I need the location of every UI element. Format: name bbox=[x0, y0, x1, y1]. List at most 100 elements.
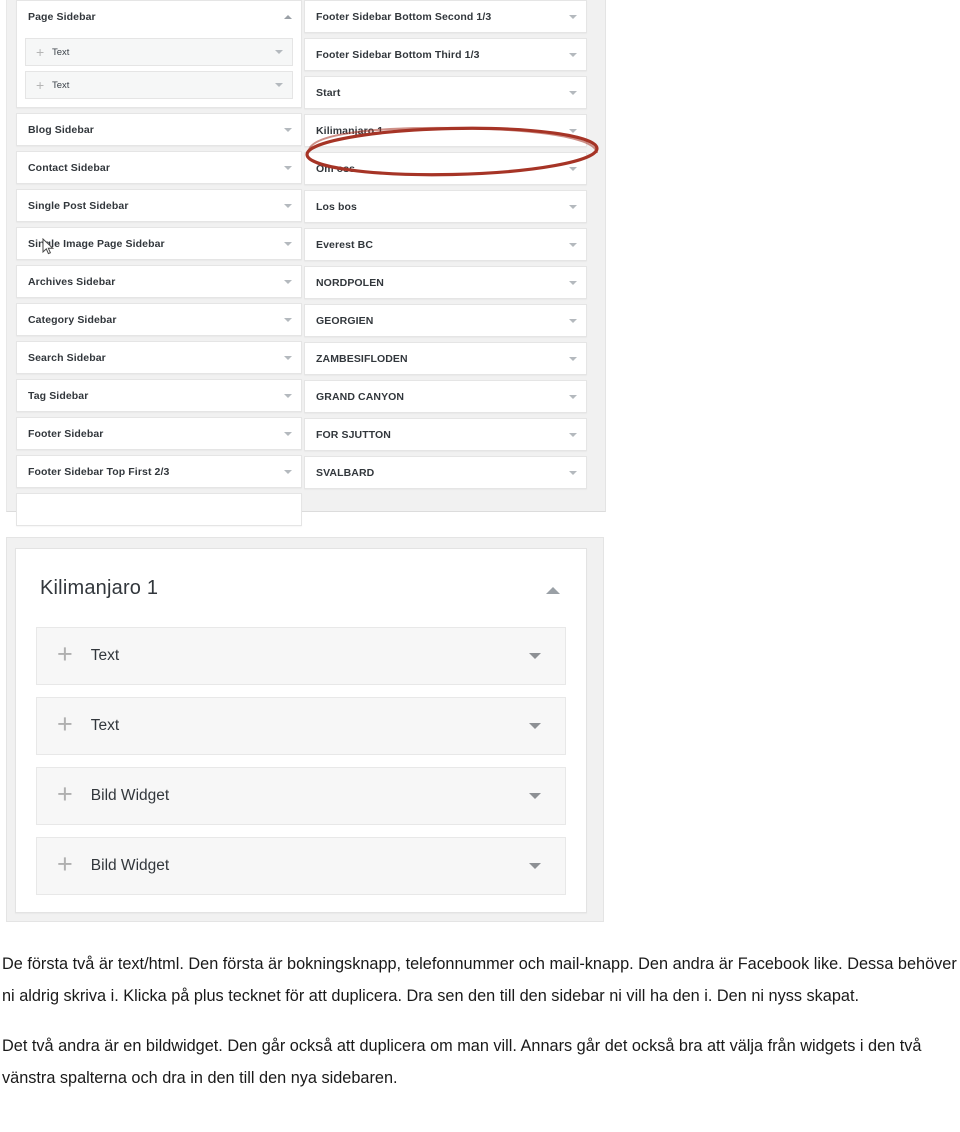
sidebar-header[interactable]: Single Image Page Sidebar bbox=[17, 228, 301, 259]
caret-down-icon[interactable] bbox=[284, 203, 292, 208]
sidebar-group-for-sjutton[interactable]: FOR SJUTTON bbox=[304, 418, 587, 451]
widget-row-bild-widget-2[interactable]: + Bild Widget bbox=[36, 837, 566, 895]
sidebar-group-start[interactable]: Start bbox=[304, 76, 587, 109]
sidebar-header[interactable]: Contact Sidebar bbox=[17, 152, 301, 183]
plus-icon[interactable]: + bbox=[57, 641, 73, 668]
sidebar-header[interactable]: Blog Sidebar bbox=[17, 114, 301, 145]
sidebar-group-search-sidebar[interactable]: Search Sidebar bbox=[16, 341, 302, 374]
plus-icon[interactable]: + bbox=[57, 851, 73, 878]
caret-down-icon[interactable] bbox=[284, 127, 292, 132]
widget-row[interactable]: + Text bbox=[25, 38, 293, 66]
caret-down-icon[interactable] bbox=[284, 317, 292, 322]
caret-down-icon[interactable] bbox=[569, 166, 577, 171]
caret-down-icon[interactable] bbox=[569, 14, 577, 19]
caret-down-icon[interactable] bbox=[569, 128, 577, 133]
sidebar-group-nordpolen[interactable]: NORDPOLEN bbox=[304, 266, 587, 299]
sidebar-header[interactable]: Search Sidebar bbox=[17, 342, 301, 373]
widget-row-text-1[interactable]: + Text bbox=[36, 627, 566, 685]
caret-down-icon[interactable] bbox=[284, 165, 292, 170]
caret-down-icon[interactable] bbox=[275, 50, 283, 54]
sidebar-header[interactable]: GRAND CANYON bbox=[305, 381, 586, 412]
caret-down-icon[interactable] bbox=[529, 793, 541, 799]
sidebar-group-page-sidebar[interactable]: Page Sidebar + Text + Text bbox=[16, 0, 302, 108]
caret-down-icon[interactable] bbox=[284, 279, 292, 284]
caret-down-icon[interactable] bbox=[284, 431, 292, 436]
sidebar-group-grand-canyon[interactable]: GRAND CANYON bbox=[304, 380, 587, 413]
sidebar-header-kilimanjaro-1[interactable]: Kilimanjaro 1 bbox=[305, 115, 586, 146]
sidebar-group-single-post-sidebar[interactable]: Single Post Sidebar bbox=[16, 189, 302, 222]
caret-down-icon[interactable] bbox=[284, 355, 292, 360]
sidebar-group-archives-sidebar[interactable]: Archives Sidebar bbox=[16, 265, 302, 298]
caret-down-icon[interactable] bbox=[569, 242, 577, 247]
caret-down-icon[interactable] bbox=[284, 393, 292, 398]
caret-up-icon[interactable] bbox=[546, 587, 560, 594]
sidebar-group-category-sidebar[interactable]: Category Sidebar bbox=[16, 303, 302, 336]
sidebar-group-om-oss[interactable]: Om oss bbox=[304, 152, 587, 185]
caret-down-icon[interactable] bbox=[569, 204, 577, 209]
sidebar-group-footer-bottom-second[interactable]: Footer Sidebar Bottom Second 1/3 bbox=[304, 0, 587, 33]
sidebar-header[interactable]: ZAMBESIFLODEN bbox=[305, 343, 586, 374]
sidebar-group-everest-bc[interactable]: Everest BC bbox=[304, 228, 587, 261]
sidebar-header[interactable]: FOR SJUTTON bbox=[305, 419, 586, 450]
plus-icon[interactable]: + bbox=[57, 781, 73, 808]
screenshot-widget-areas-overview: Page Sidebar + Text + Text Blog Sidebar … bbox=[6, 0, 606, 526]
sidebar-header[interactable]: SVALBARD bbox=[305, 457, 586, 488]
caret-down-icon[interactable] bbox=[569, 432, 577, 437]
sidebar-header[interactable]: Los bos bbox=[305, 191, 586, 222]
sidebar-group-georgien[interactable]: GEORGIEN bbox=[304, 304, 587, 337]
caret-down-icon[interactable] bbox=[529, 653, 541, 659]
sidebar-group-los-bos[interactable]: Los bos bbox=[304, 190, 587, 223]
sidebar-header[interactable]: Footer Sidebar Bottom Third 1/3 bbox=[305, 39, 586, 70]
sidebar-header[interactable]: Tag Sidebar bbox=[17, 380, 301, 411]
sidebar-header[interactable]: Category Sidebar bbox=[17, 304, 301, 335]
caret-down-icon[interactable] bbox=[284, 241, 292, 246]
sidebar-group-blog-sidebar[interactable]: Blog Sidebar bbox=[16, 113, 302, 146]
caret-down-icon[interactable] bbox=[275, 83, 283, 87]
sidebar-header[interactable]: Everest BC bbox=[305, 229, 586, 260]
sidebar-header[interactable]: Start bbox=[305, 77, 586, 108]
sidebar-header[interactable]: GEORGIEN bbox=[305, 305, 586, 336]
caret-down-icon[interactable] bbox=[284, 469, 292, 474]
widget-row[interactable]: + Text bbox=[25, 71, 293, 99]
widget-area-card-kilimanjaro-1[interactable]: Kilimanjaro 1 + Text + Text + Bild Widge… bbox=[15, 548, 587, 913]
caret-down-icon[interactable] bbox=[569, 356, 577, 361]
sidebar-header[interactable]: Single Post Sidebar bbox=[17, 190, 301, 221]
sidebar-group-footer-bottom-third[interactable]: Footer Sidebar Bottom Third 1/3 bbox=[304, 38, 587, 71]
sidebar-group-cutoff[interactable] bbox=[16, 493, 302, 526]
sidebar-header[interactable] bbox=[17, 494, 301, 525]
sidebar-header[interactable]: NORDPOLEN bbox=[305, 267, 586, 298]
caret-down-icon[interactable] bbox=[569, 90, 577, 95]
sidebar-group-kilimanjaro-1[interactable]: Kilimanjaro 1 bbox=[304, 114, 587, 147]
sidebar-header-page-sidebar[interactable]: Page Sidebar bbox=[17, 1, 301, 32]
plus-icon[interactable]: + bbox=[57, 711, 73, 738]
sidebar-header[interactable]: Footer Sidebar Top First 2/3 bbox=[17, 456, 301, 487]
sidebar-group-footer-sidebar[interactable]: Footer Sidebar bbox=[16, 417, 302, 450]
sidebar-title: Los bos bbox=[316, 200, 357, 213]
sidebar-title: Search Sidebar bbox=[28, 351, 106, 364]
widget-row-text-2[interactable]: + Text bbox=[36, 697, 566, 755]
sidebar-header[interactable]: Footer Sidebar Bottom Second 1/3 bbox=[305, 1, 586, 32]
widget-area-header[interactable]: Kilimanjaro 1 bbox=[16, 549, 586, 627]
sidebar-header[interactable]: Om oss bbox=[305, 153, 586, 184]
sidebar-group-tag-sidebar[interactable]: Tag Sidebar bbox=[16, 379, 302, 412]
caret-down-icon[interactable] bbox=[569, 394, 577, 399]
widget-label: Text bbox=[90, 647, 120, 664]
caret-down-icon[interactable] bbox=[569, 280, 577, 285]
sidebar-group-contact-sidebar[interactable]: Contact Sidebar bbox=[16, 151, 302, 184]
plus-icon[interactable]: + bbox=[36, 78, 52, 92]
sidebar-group-single-image-page-sidebar[interactable]: Single Image Page Sidebar bbox=[16, 227, 302, 260]
caret-down-icon[interactable] bbox=[529, 863, 541, 869]
sidebar-group-svalbard[interactable]: SVALBARD bbox=[304, 456, 587, 489]
sidebar-group-footer-sidebar-top-first[interactable]: Footer Sidebar Top First 2/3 bbox=[16, 455, 302, 488]
caret-down-icon[interactable] bbox=[569, 470, 577, 475]
caret-down-icon[interactable] bbox=[569, 52, 577, 57]
widget-area-body: + Text + Text + Bild Widget + Bild Widge… bbox=[16, 627, 586, 895]
plus-icon[interactable]: + bbox=[36, 45, 52, 59]
caret-up-icon[interactable] bbox=[284, 14, 292, 19]
caret-down-icon[interactable] bbox=[529, 723, 541, 729]
widget-row-bild-widget-1[interactable]: + Bild Widget bbox=[36, 767, 566, 825]
sidebar-header[interactable]: Footer Sidebar bbox=[17, 418, 301, 449]
sidebar-header[interactable]: Archives Sidebar bbox=[17, 266, 301, 297]
sidebar-group-zambesifloden[interactable]: ZAMBESIFLODEN bbox=[304, 342, 587, 375]
caret-down-icon[interactable] bbox=[569, 318, 577, 323]
